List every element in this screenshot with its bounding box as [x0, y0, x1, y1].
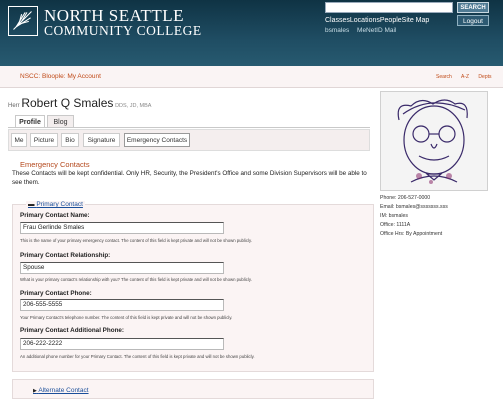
subtab-picture[interactable]: Picture — [30, 133, 58, 147]
expand-icon: ▶ — [33, 388, 37, 394]
a-z-link[interactable]: A-Z — [461, 74, 469, 80]
primary-relationship-input[interactable]: Spouse — [20, 262, 224, 274]
username-link[interactable]: bsmales — [325, 27, 349, 34]
caricature-portrait-icon — [397, 99, 468, 184]
primary-relationship-help: What is your primary contact's relations… — [20, 277, 252, 282]
profile-photo — [380, 91, 488, 191]
person-name: Robert Q Smales — [21, 96, 114, 110]
sidebar-office: Office: 1111A — [380, 222, 411, 228]
user-links: bsmales MeNetID Mail — [325, 27, 402, 34]
subtab-emergency-contacts[interactable]: Emergency Contacts — [124, 133, 190, 147]
sidebar-office-hours: Office Hrs: By Appointment — [380, 231, 443, 237]
name-prefix: Herr — [8, 103, 20, 109]
search-input[interactable] — [325, 2, 453, 13]
primary-additional-phone-help: An additional phone number for your Prim… — [20, 354, 255, 359]
subtab-bio[interactable]: Bio — [61, 133, 79, 147]
primary-relationship-label: Primary Contact Relationship: — [20, 252, 111, 259]
primary-name-help: This is the name of your primary emergen… — [20, 238, 252, 243]
primary-name-label: Primary Contact Name: — [20, 212, 90, 219]
depts-link[interactable]: Depts — [478, 74, 491, 80]
subtab-signature[interactable]: Signature — [83, 133, 120, 147]
top-nav-links[interactable]: ClassesLocationsPeopleSite Map — [325, 17, 429, 24]
section-description: These Contacts will be kept confidential… — [12, 170, 367, 186]
site-header: NORTH SEATTLE COMMUNITY COLLEGE SEARCH C… — [0, 0, 503, 66]
primary-contact-legend: Primary Contact — [36, 201, 83, 208]
utility-nav: Search A-Z Depts — [436, 74, 499, 80]
primary-contact-toggle[interactable]: ▬ Primary Contact — [26, 201, 85, 208]
tab-divider — [8, 127, 370, 128]
collapse-icon: ▬ — [28, 201, 35, 208]
college-name-line2[interactable]: COMMUNITY COLLEGE — [44, 23, 202, 39]
search-button[interactable]: SEARCH — [457, 2, 489, 13]
primary-phone-help: Your Primary Contact's telephone number.… — [20, 315, 233, 320]
breadcrumb[interactable]: NSCC: Bloople: My Account — [20, 73, 101, 80]
logout-button[interactable]: Logout — [457, 15, 489, 26]
menetid-mail-link[interactable]: MeNetID Mail — [357, 27, 396, 34]
college-logo-icon[interactable] — [8, 6, 38, 36]
sidebar-phone: Phone: 206-527-0000 — [380, 195, 431, 201]
primary-phone-label: Primary Contact Phone: — [20, 290, 92, 297]
section-title: Emergency Contacts — [20, 160, 90, 169]
search-link[interactable]: Search — [436, 74, 452, 80]
primary-phone-input[interactable]: 206-555-5555 — [20, 299, 224, 311]
name-suffix: DDS, JD, MBA — [115, 103, 152, 109]
primary-name-input[interactable]: Frau Gerlinde Smales — [20, 222, 224, 234]
primary-additional-phone-label: Primary Contact Additional Phone: — [20, 327, 125, 334]
page-title: Herr Robert Q Smales DDS, JD, MBA — [8, 96, 151, 110]
primary-additional-phone-input[interactable]: 206-222-2222 — [20, 338, 224, 350]
sidebar-email[interactable]: Email: bsmales@sssssss.sss — [380, 204, 448, 210]
alternate-contact-toggle[interactable]: ▶ Alternate Contact — [33, 387, 89, 394]
subtab-me[interactable]: Me — [11, 133, 27, 147]
alternate-contact-legend: Alternate Contact — [38, 387, 89, 394]
sidebar-im: IM: bsmales — [380, 213, 408, 219]
